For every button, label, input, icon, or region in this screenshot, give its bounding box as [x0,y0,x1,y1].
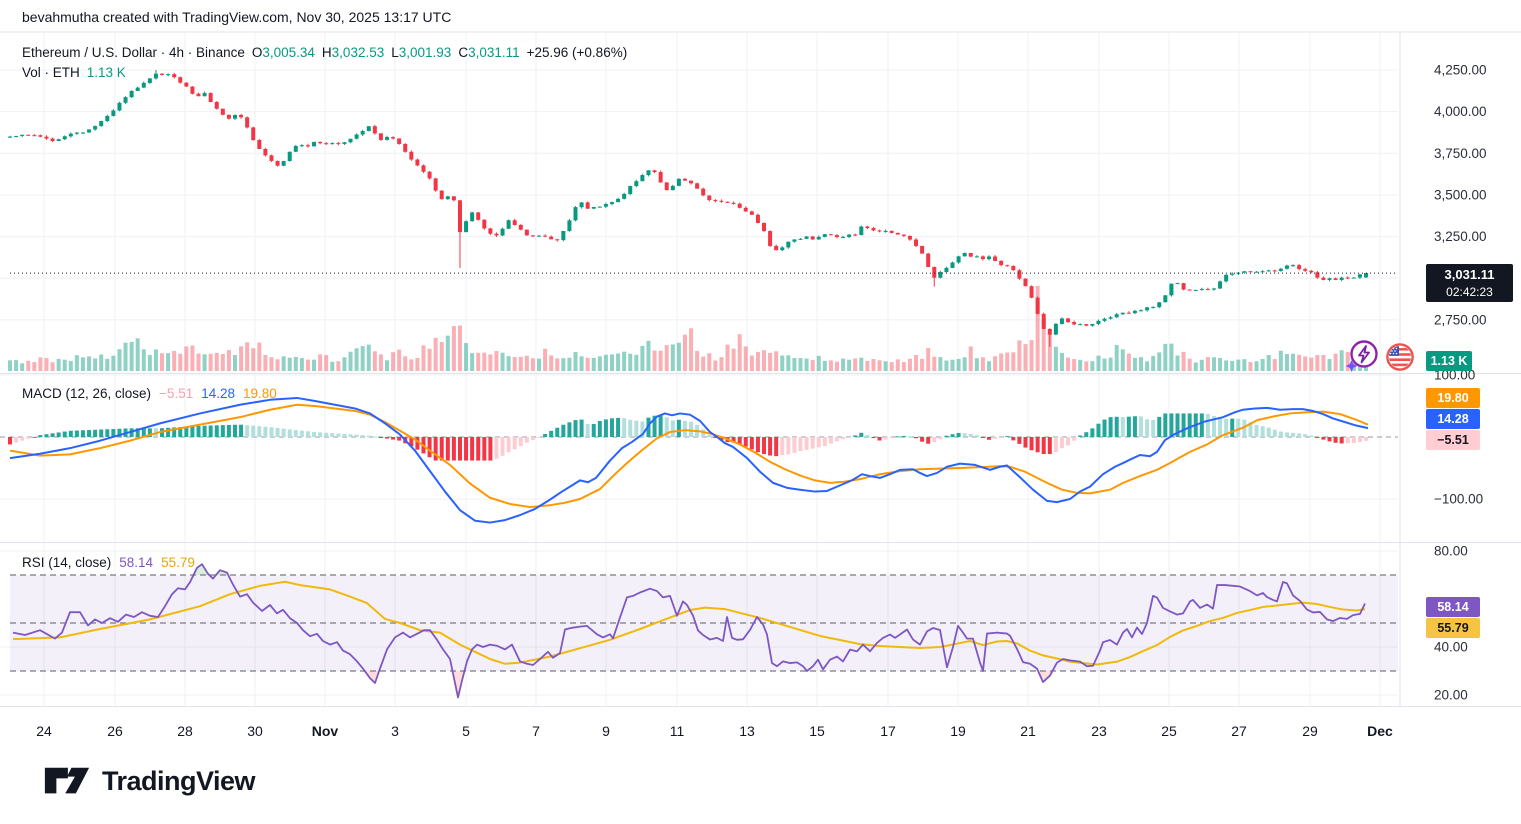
svg-text:19: 19 [950,723,966,739]
volume-label: Vol · ETH [22,65,80,80]
svg-text:21: 21 [1020,723,1036,739]
volume-value: 1.13 K [87,65,126,80]
macd-hist-value: −5.51 [159,386,193,401]
svg-text:7: 7 [532,723,540,739]
svg-text:17: 17 [880,723,896,739]
ai-boost-icon[interactable] [1344,339,1376,371]
attribution-text: bevahmutha created with TradingView.com,… [22,9,451,25]
symbol-legend[interactable]: Ethereum / U.S. Dollar · 4h · BinanceO3,… [22,45,627,60]
svg-text:30: 30 [247,723,263,739]
svg-text:25: 25 [1161,723,1177,739]
tradingview-logo-mark [44,764,90,798]
svg-text:24: 24 [36,723,52,739]
macd-title[interactable]: MACD (12, 26, close) [22,386,151,401]
svg-text:13: 13 [739,723,755,739]
svg-text:15: 15 [809,723,825,739]
svg-text:2,750.00: 2,750.00 [1434,312,1487,327]
svg-text:20.00: 20.00 [1434,688,1468,703]
rsi-badge: 58.14 [1426,597,1480,617]
bar-countdown: 02:42:23 [1446,284,1493,300]
chart-canvas[interactable]: 4,250.00 4,000.00 3,750.00 3,500.00 3,250.00… [0,0,1521,824]
svg-text:23: 23 [1091,723,1107,739]
close-value: 3,031.11 [468,45,520,60]
volume-legend[interactable]: Vol · ETH 1.13 K [22,65,126,80]
svg-text:3: 3 [391,723,399,739]
svg-text:26: 26 [107,723,123,739]
last-price: 3,031.11 [1445,266,1495,284]
high-label: H [322,45,332,60]
time-axis[interactable]: 24 26 28 30 Nov 3 5 7 9 11 13 15 17 19 21 23 25 27 29 Dec [36,723,1393,739]
svg-text:29: 29 [1302,723,1318,739]
tradingview-logo[interactable]: TradingView [44,764,255,798]
macd-legend[interactable]: MACD (12, 26, close) −5.51 14.28 19.80 [22,386,277,401]
svg-text:−100.00: −100.00 [1434,492,1483,507]
open-label: O [252,45,263,60]
us-flag-icon[interactable] [1384,341,1416,373]
macd-hist-badge: −5.51 [1426,430,1480,450]
tradingview-chart-page: 4,250.00 4,000.00 3,750.00 3,500.00 3,250.00… [0,0,1521,824]
macd-line-badge: 14.28 [1426,409,1480,429]
close-label: C [458,45,468,60]
svg-text:9: 9 [602,723,610,739]
change-value: +25.96 (+0.86%) [527,45,628,60]
svg-text:4,000.00: 4,000.00 [1434,104,1487,119]
open-value: 3,005.34 [262,45,315,60]
svg-text:11: 11 [670,723,685,739]
svg-text:27: 27 [1231,723,1247,739]
rsi-ma-value: 55.79 [161,555,195,570]
svg-text:3,500.00: 3,500.00 [1434,187,1487,202]
svg-text:3,250.00: 3,250.00 [1434,229,1487,244]
svg-text:3,750.00: 3,750.00 [1434,146,1487,161]
svg-text:Dec: Dec [1367,723,1393,739]
svg-text:28: 28 [177,723,193,739]
rsi-legend[interactable]: RSI (14, close) 58.14 55.79 [22,555,195,570]
macd-pane [0,398,1398,523]
macd-signal-value: 19.80 [243,386,277,401]
volume-badge: 1.13 K [1426,351,1472,371]
macd-line-value: 14.28 [201,386,235,401]
symbol-title[interactable]: Ethereum / U.S. Dollar · 4h · Binance [22,45,245,60]
svg-text:5: 5 [462,723,470,739]
rsi-value: 58.14 [119,555,153,570]
svg-text:80.00: 80.00 [1434,544,1468,559]
low-label: L [391,45,399,60]
low-value: 3,001.93 [399,45,452,60]
tradingview-logo-text: TradingView [102,766,255,797]
high-value: 3,032.53 [332,45,385,60]
macd-signal-badge: 19.80 [1426,388,1480,408]
rsi-ma-badge: 55.79 [1426,618,1480,638]
rsi-title[interactable]: RSI (14, close) [22,555,111,570]
svg-text:4,250.00: 4,250.00 [1434,63,1487,78]
svg-text:Nov: Nov [312,723,339,739]
last-price-badge: 3,031.11 02:42:23 [1426,264,1513,302]
svg-text:40.00: 40.00 [1434,640,1468,655]
